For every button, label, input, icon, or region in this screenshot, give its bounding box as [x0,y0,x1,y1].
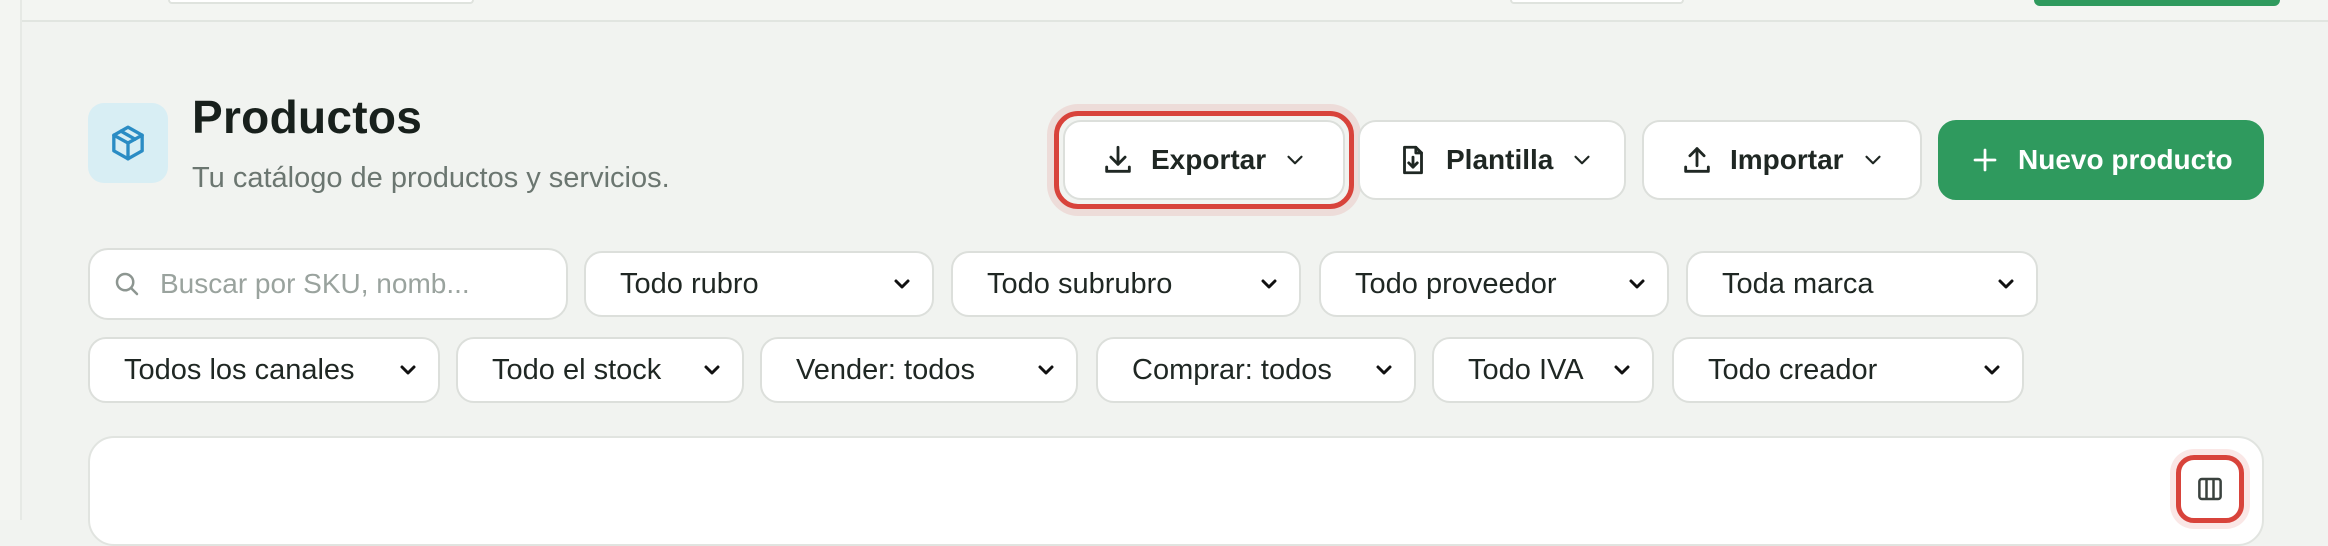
import-button[interactable]: Importar [1642,120,1922,200]
filter-marca[interactable]: Toda marca [1686,251,2038,317]
filter-canales-value: Todos los canales [124,353,355,386]
chevron-down-icon [1569,147,1595,173]
export-label: Exportar [1151,144,1267,175]
chevron-down-icon [1034,358,1058,382]
filter-subrubro[interactable]: Todo subrubro [951,251,1301,317]
products-table-card [88,436,2264,546]
columns-toggle-button[interactable] [2186,465,2234,513]
filter-stock-value: Todo el stock [492,353,662,386]
chevron-down-icon [890,272,914,296]
top-bar-primary-button-edge[interactable] [2034,0,2280,6]
filter-creador[interactable]: Todo creador [1672,337,2024,403]
template-label: Plantilla [1446,144,1554,175]
filter-iva-value: Todo IVA [1468,353,1584,386]
chevron-down-icon [700,358,724,382]
products-logo [88,103,168,183]
filter-subrubro-value: Todo subrubro [987,267,1173,300]
chevron-down-icon [396,358,420,382]
top-bar-search-edge[interactable] [168,0,474,4]
filter-comprar-value: Comprar: todos [1132,353,1332,386]
left-rail [0,0,22,520]
search-input[interactable] [158,267,542,301]
filter-marca-value: Toda marca [1722,267,1874,300]
filter-rubro[interactable]: Todo rubro [584,251,934,317]
chevron-down-icon [1610,358,1634,382]
filter-vender[interactable]: Vender: todos [760,337,1078,403]
top-bar-control-edge[interactable] [1510,0,1684,4]
filter-creador-value: Todo creador [1708,353,1878,386]
template-button[interactable]: Plantilla [1358,120,1626,200]
new-product-button[interactable]: Nuevo producto [1938,120,2264,200]
upload-icon [1680,143,1714,177]
new-product-label: Nuevo producto [2018,144,2233,175]
page-title: Productos [192,91,423,143]
columns-icon [2195,474,2225,504]
filter-proveedor[interactable]: Todo proveedor [1319,251,1669,317]
export-button[interactable]: Exportar [1063,120,1345,200]
chevron-down-icon [1860,147,1886,173]
chevron-down-icon [1625,272,1649,296]
chevron-down-icon [1257,272,1281,296]
chevron-down-icon [1980,358,2004,382]
package-icon [108,123,148,163]
filter-stock[interactable]: Todo el stock [456,337,744,403]
filter-rubro-value: Todo rubro [620,267,759,300]
chevron-down-icon [1372,358,1396,382]
filter-canales[interactable]: Todos los canales [88,337,440,403]
search-icon [112,269,142,299]
filter-vender-value: Vender: todos [796,353,975,386]
import-label: Importar [1730,144,1844,175]
chevron-down-icon [1994,272,2018,296]
file-download-icon [1396,143,1430,177]
page-subtitle: Tu catálogo de productos y servicios. [192,162,670,194]
filter-proveedor-value: Todo proveedor [1355,267,1557,300]
filter-iva[interactable]: Todo IVA [1432,337,1654,403]
download-icon [1101,143,1135,177]
chevron-down-icon [1282,147,1308,173]
filter-comprar[interactable]: Comprar: todos [1096,337,1416,403]
search-box[interactable] [88,248,568,320]
plus-icon [1970,145,2000,175]
